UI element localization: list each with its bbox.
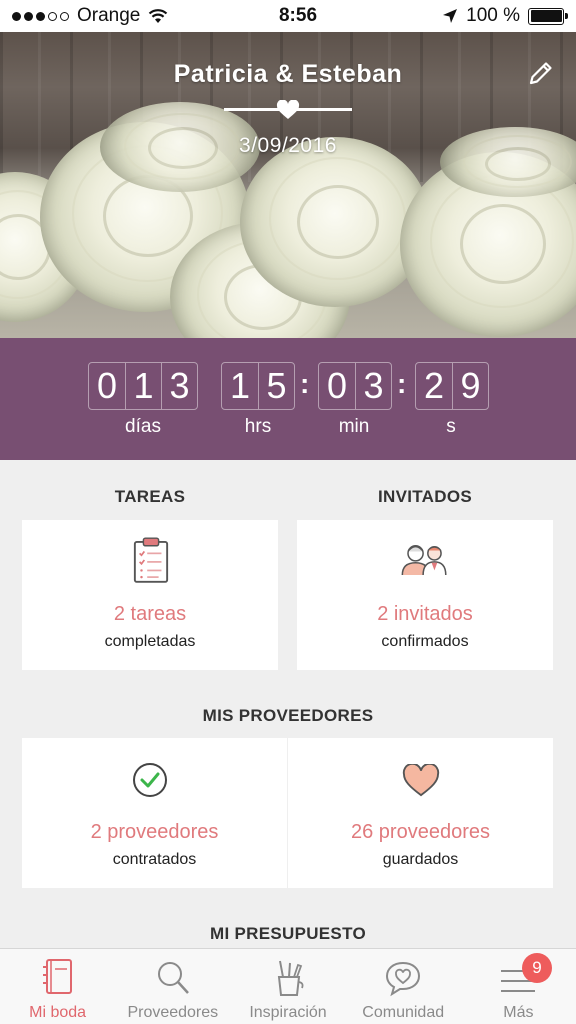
notebook-icon [42, 959, 72, 994]
battery-percent: 100 % [466, 5, 520, 26]
notification-badge: 9 [522, 953, 552, 983]
tab-mas[interactable]: Más [461, 949, 576, 1024]
tab-inspiracion[interactable]: Inspiración [230, 949, 345, 1024]
guests-couple-icon [401, 545, 447, 576]
search-icon [157, 962, 189, 994]
hired-vendors-count: 2 proveedores [90, 821, 219, 843]
countdown-panel: 0 1 3 1 5 : 0 3 : 2 9 días hrs min s [0, 338, 576, 460]
hours-digit: 5 [258, 363, 294, 409]
location-arrow-icon [443, 9, 458, 23]
minutes-digit: 3 [355, 363, 391, 409]
couple-names: Patricia & Esteban [173, 60, 403, 88]
tab-label: Mi boda [29, 1004, 87, 1021]
clock: 8:56 [278, 5, 318, 26]
minutes-label: min [338, 416, 370, 437]
time-separator: : [397, 368, 407, 399]
chat-heart-icon [386, 961, 421, 997]
tab-label: Más [503, 1004, 534, 1021]
days-digit: 0 [96, 365, 118, 406]
guests-status: confirmados [381, 633, 469, 650]
tab-mi-boda[interactable]: Mi boda [0, 949, 115, 1024]
hired-vendors-status: contratados [112, 851, 197, 868]
seconds-digit: 2 [423, 365, 445, 406]
pencil-cup-icon [277, 960, 304, 996]
guests-heading: INVITADOS [377, 487, 472, 506]
hours-counter: 1 5 [221, 362, 295, 410]
saved-vendors-status: guardados [382, 851, 459, 868]
edit-pencil-icon[interactable] [526, 58, 556, 88]
tab-label: Proveedores [127, 1004, 219, 1021]
hours-digit: 1 [229, 365, 251, 406]
days-counter: 0 1 3 [88, 362, 198, 410]
tasks-count: 2 tareas [113, 603, 187, 625]
tasks-heading: TAREAS [114, 487, 186, 506]
tab-bar: Mi boda Proveedores Inspiración Comunida… [0, 948, 576, 1024]
days-digit: 1 [125, 363, 161, 409]
tab-label: Inspiración [249, 1004, 327, 1021]
budget-heading: MI PRESUPUESTO [210, 924, 366, 943]
battery-icon [528, 7, 568, 25]
tab-comunidad[interactable]: Comunidad [346, 949, 461, 1024]
seconds-label: s [446, 416, 456, 437]
status-bar: Orange 8:56 100 % [0, 0, 576, 32]
rose-image [240, 137, 430, 307]
signal-icon [12, 11, 69, 21]
saved-vendors-count: 26 proveedores [351, 821, 490, 843]
hired-vendors-card[interactable]: 2 proveedores contratados [22, 738, 287, 888]
days-digit: 3 [161, 363, 197, 409]
wedding-date: 3/09/2016 [239, 134, 337, 157]
seconds-digit: 9 [452, 363, 488, 409]
check-circle-icon [133, 763, 167, 797]
heart-icon [276, 100, 300, 119]
status-left: Orange [12, 5, 232, 27]
vendors-heading: MIS PROVEEDORES [202, 706, 374, 725]
days-label: días [125, 416, 161, 437]
guests-count: 2 invitados [377, 603, 473, 625]
tab-label: Comunidad [362, 1004, 445, 1021]
minutes-digit: 0 [326, 365, 348, 406]
guests-card[interactable]: 2 invitados confirmados [297, 520, 553, 670]
seconds-counter: 2 9 [415, 362, 489, 410]
tasks-status: completadas [104, 633, 196, 650]
wifi-icon [149, 9, 168, 23]
wedding-header: Patricia & Esteban 3/09/2016 [0, 32, 576, 338]
minutes-counter: 0 3 [318, 362, 392, 410]
tab-proveedores[interactable]: Proveedores [115, 949, 230, 1024]
tasks-card[interactable]: 2 tareas completadas [22, 520, 278, 670]
heart-icon [402, 764, 440, 797]
saved-vendors-card[interactable]: 26 proveedores guardados [288, 738, 553, 888]
hours-label: hrs [244, 416, 272, 437]
clipboard-checklist-icon [133, 537, 169, 583]
time-separator: : [300, 368, 310, 399]
carrier-name: Orange [77, 5, 141, 26]
